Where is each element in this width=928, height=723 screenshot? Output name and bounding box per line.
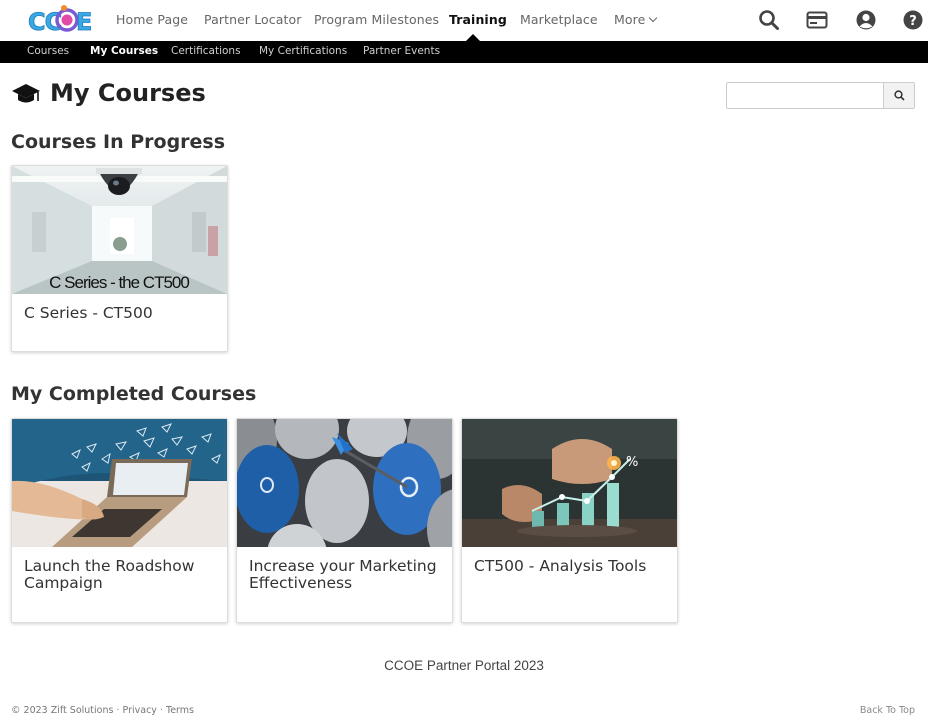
- footer-legal: © 2023 Zift Solutions · Privacy · Terms: [11, 705, 194, 716]
- course-title: Launch the Roadshow Campaign: [24, 557, 195, 592]
- courses-in-progress-heading: Courses In Progress: [11, 131, 226, 153]
- search-icon: [894, 90, 905, 101]
- subnav-courses[interactable]: Courses: [27, 45, 69, 57]
- nav-program-milestones[interactable]: Program Milestones: [314, 12, 439, 27]
- course-image-targets: [237, 419, 452, 547]
- course-image-camera: C Series - the CT500: [12, 166, 227, 294]
- course-title: C Series - CT500: [24, 304, 153, 322]
- course-image-laptop: [12, 419, 227, 547]
- course-card-roadshow[interactable]: Launch the Roadshow Campaign: [11, 418, 228, 623]
- completed-courses-heading: My Completed Courses: [11, 383, 257, 405]
- svg-text:%: %: [626, 455, 638, 470]
- search-input[interactable]: [727, 83, 884, 108]
- footer-portal-text: CCOE Partner Portal 2023: [384, 658, 544, 673]
- course-image-growth: %: [462, 419, 677, 547]
- nav-marketplace[interactable]: Marketplace: [520, 12, 598, 27]
- svg-text:?: ?: [909, 14, 917, 29]
- footer-copyright: © 2023: [11, 705, 48, 716]
- search-button[interactable]: [883, 83, 914, 108]
- training-subnav: Courses My Courses Certifications My Cer…: [0, 41, 928, 63]
- subnav-certifications[interactable]: Certifications: [171, 45, 241, 57]
- subnav-partner-events[interactable]: Partner Events: [363, 45, 440, 57]
- nav-home-page[interactable]: Home Page: [116, 12, 188, 27]
- course-card-marketing[interactable]: Increase your Marketing Effectiveness: [236, 418, 453, 623]
- search-icon[interactable]: [758, 9, 780, 31]
- course-title: CT500 - Analysis Tools: [474, 557, 647, 575]
- course-image-caption: C Series - the CT500: [49, 273, 189, 292]
- course-card-c-series[interactable]: C Series - the CT500 C Series - CT500: [11, 165, 228, 352]
- logo-graphic: CC E: [28, 5, 93, 36]
- course-title: Increase your Marketing Effectiveness: [249, 557, 437, 592]
- page-title: My Courses: [50, 79, 206, 107]
- nav-training[interactable]: Training: [449, 12, 507, 27]
- top-navigation-bar: CC E Home Page Partner Locator Program M…: [0, 0, 928, 41]
- nav-partner-locator[interactable]: Partner Locator: [204, 12, 302, 27]
- help-icon[interactable]: ?: [902, 9, 924, 31]
- user-icon[interactable]: [855, 9, 877, 31]
- active-nav-indicator: [466, 34, 480, 41]
- footer-company-link[interactable]: Zift Solutions: [51, 705, 114, 716]
- subnav-my-certifications[interactable]: My Certifications: [259, 45, 347, 57]
- ccoe-logo[interactable]: CC E: [27, 4, 93, 36]
- chevron-down-icon: [649, 13, 658, 23]
- course-card-analysis[interactable]: % CT500 - Analysis Tools: [461, 418, 678, 623]
- card-icon[interactable]: [806, 9, 828, 31]
- footer-privacy-link[interactable]: Privacy: [123, 705, 157, 716]
- nav-more[interactable]: More: [614, 12, 658, 27]
- svg-text:E: E: [76, 8, 91, 36]
- nav-more-label: More: [614, 12, 646, 27]
- course-search: [726, 82, 915, 109]
- footer-terms-link[interactable]: Terms: [166, 705, 194, 716]
- subnav-my-courses[interactable]: My Courses: [90, 45, 158, 57]
- back-to-top-link[interactable]: Back To Top: [860, 705, 915, 716]
- graduation-cap-icon: [12, 84, 40, 103]
